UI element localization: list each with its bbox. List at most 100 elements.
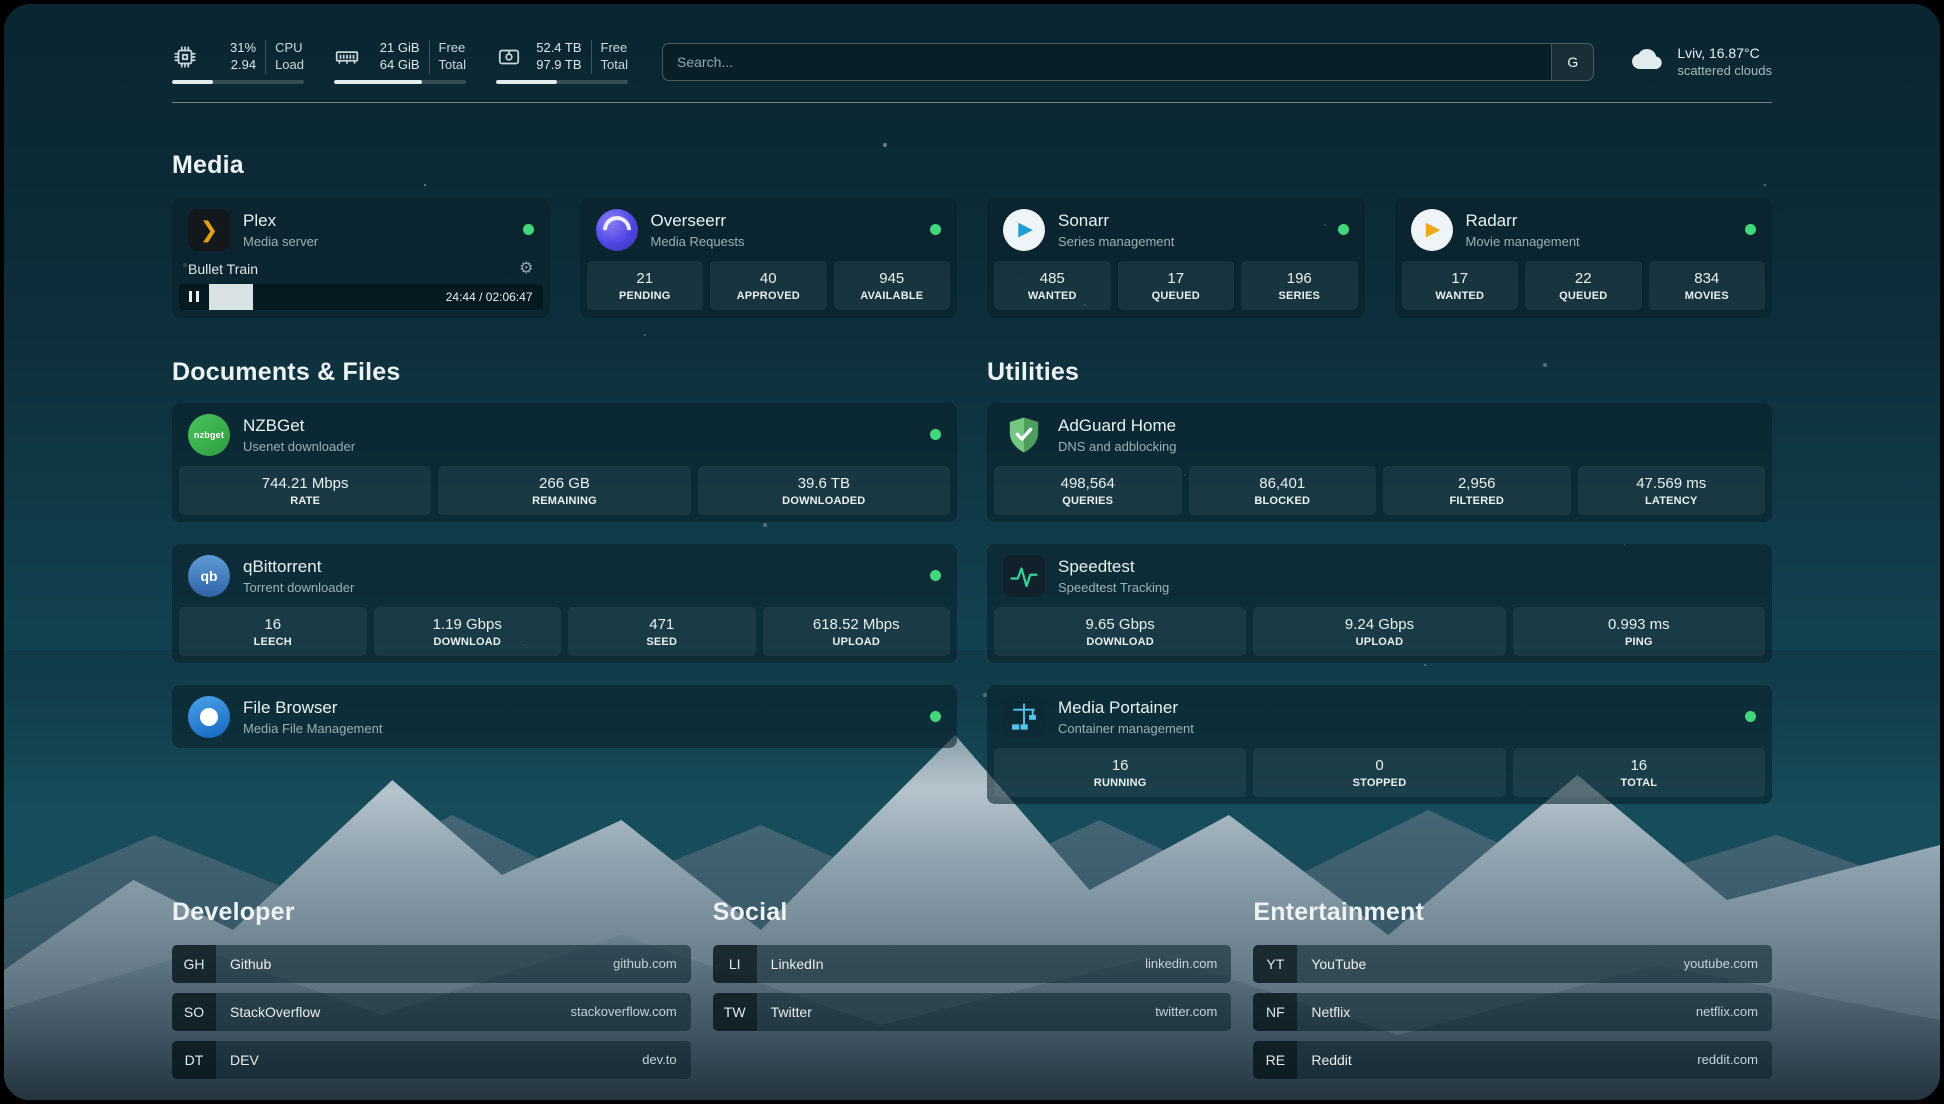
playback-track — [209, 284, 436, 310]
weather-condition: scattered clouds — [1677, 63, 1772, 78]
memory-widget: 21 GiB 64 GiB Free Total — [334, 40, 466, 84]
memory-progress-bar — [334, 80, 466, 84]
disk-label2: Total — [601, 57, 628, 74]
service-card-radarr[interactable]: Radarr Movie management 17 WANTED 22 QUE… — [1395, 198, 1773, 318]
service-card-plex[interactable]: Plex Media server Bullet Train ⚙ — [172, 198, 550, 318]
stat-box: 9.65 Gbps DOWNLOAD — [994, 607, 1246, 656]
section-social: Social LI LinkedIn linkedin.com TW Twitt… — [713, 898, 1232, 1089]
service-description: Media Requests — [651, 234, 745, 249]
service-description: Series management — [1058, 234, 1174, 249]
nzbget-icon: nzbget — [188, 414, 230, 456]
disk-total: 97.9 TB — [536, 57, 581, 74]
stat-box: 9.24 Gbps UPLOAD — [1253, 607, 1505, 656]
bookmark-name: YouTube — [1297, 956, 1380, 972]
bookmark-dev[interactable]: DT DEV dev.to — [172, 1041, 691, 1079]
bookmark-stackoverflow[interactable]: SO StackOverflow stackoverflow.com — [172, 993, 691, 1031]
pause-icon[interactable] — [179, 291, 209, 302]
service-name: Overseerr — [651, 211, 745, 231]
topbar-divider — [172, 102, 1772, 103]
disk-icon — [496, 44, 522, 70]
playback-fill — [209, 284, 253, 310]
bookmark-abbr: SO — [172, 993, 216, 1031]
bookmark-name: Netflix — [1297, 1004, 1364, 1020]
cpu-load: 2.94 — [231, 57, 256, 74]
search-provider-button[interactable]: G — [1551, 44, 1593, 80]
section-utilities: Utilities — [987, 358, 1772, 826]
stat-box: 485 WANTED — [994, 261, 1111, 310]
portainer-icon — [1003, 696, 1045, 738]
bookmark-name: Twitter — [757, 1004, 826, 1020]
disk-label: Free — [601, 40, 628, 57]
bookmark-linkedin[interactable]: LI LinkedIn linkedin.com — [713, 945, 1232, 983]
bookmark-reddit[interactable]: RE Reddit reddit.com — [1253, 1041, 1772, 1079]
service-description: Speedtest Tracking — [1058, 580, 1169, 595]
stat-box: 17 QUEUED — [1118, 261, 1235, 310]
stat-box: 47.569 ms LATENCY — [1578, 466, 1766, 515]
stat-box: 22 QUEUED — [1525, 261, 1642, 310]
stat-box: 16 LEECH — [179, 607, 367, 656]
disk-free: 52.4 TB — [536, 40, 581, 57]
cpu-label: CPU — [275, 40, 304, 57]
service-card-overseerr[interactable]: Overseerr Media Requests 21 PENDING 40 A… — [580, 198, 958, 318]
service-name: AdGuard Home — [1058, 416, 1177, 436]
stat-box: 945 AVAILABLE — [834, 261, 951, 310]
stat-box: 40 APPROVED — [710, 261, 827, 310]
service-card-qbittorrent[interactable]: qb qBittorrent Torrent downloader 16 LEE… — [172, 544, 957, 663]
memory-free: 21 GiB — [380, 40, 420, 57]
status-dot — [930, 224, 941, 235]
status-dot — [1745, 224, 1756, 235]
service-card-adguard[interactable]: AdGuard Home DNS and adblocking 498,564 … — [987, 403, 1772, 522]
sonarr-icon — [1003, 209, 1045, 251]
bookmark-domain: youtube.com — [1684, 956, 1772, 971]
gear-icon[interactable]: ⚙ — [519, 261, 533, 277]
disk-widget: 52.4 TB 97.9 TB Free Total — [496, 40, 628, 84]
cloud-icon — [1628, 44, 1666, 79]
memory-label2: Total — [439, 57, 466, 74]
disk-progress-bar — [496, 80, 628, 84]
bookmark-abbr: RE — [1253, 1041, 1297, 1079]
bookmark-github[interactable]: GH Github github.com — [172, 945, 691, 983]
bookmark-name: StackOverflow — [216, 1004, 334, 1020]
dashboard-window: 31% 2.94 CPU Load — [4, 4, 1940, 1100]
overseerr-icon — [596, 209, 638, 251]
bookmark-abbr: DT — [172, 1041, 216, 1079]
filebrowser-icon — [188, 696, 230, 738]
service-name: Media Portainer — [1058, 698, 1194, 718]
search-input[interactable] — [663, 44, 1551, 80]
service-description: Usenet downloader — [243, 439, 355, 454]
stat-box: 0 STOPPED — [1253, 748, 1505, 797]
service-name: Speedtest — [1058, 557, 1169, 577]
bookmark-domain: github.com — [613, 956, 691, 971]
service-name: NZBGet — [243, 416, 355, 436]
service-card-nzbget[interactable]: nzbget NZBGet Usenet downloader 744.21 M… — [172, 403, 957, 522]
plex-icon — [188, 209, 230, 251]
playback-progress: 24:44 / 02:06:47 — [179, 284, 543, 310]
stat-box: 834 MOVIES — [1649, 261, 1766, 310]
qbittorrent-icon: qb — [188, 555, 230, 597]
stat-box: 618.52 Mbps UPLOAD — [763, 607, 951, 656]
section-developer: Developer GH Github github.com SO StackO… — [172, 898, 691, 1089]
bookmark-domain: netflix.com — [1696, 1004, 1772, 1019]
service-description: Media server — [243, 234, 318, 249]
service-card-portainer[interactable]: Media Portainer Container management 16 … — [987, 685, 1772, 804]
service-card-sonarr[interactable]: Sonarr Series management 485 WANTED 17 Q… — [987, 198, 1365, 318]
service-description: Movie management — [1466, 234, 1580, 249]
service-name: Sonarr — [1058, 211, 1174, 231]
service-card-speedtest[interactable]: Speedtest Speedtest Tracking 9.65 Gbps D… — [987, 544, 1772, 663]
bookmark-netflix[interactable]: NF Netflix netflix.com — [1253, 993, 1772, 1031]
bookmark-name: LinkedIn — [757, 956, 838, 972]
cpu-chip-icon — [172, 44, 198, 70]
service-description: DNS and adblocking — [1058, 439, 1177, 454]
bookmark-domain: linkedin.com — [1145, 956, 1231, 971]
bookmark-domain: reddit.com — [1697, 1052, 1772, 1067]
weather-widget: Lviv, 16.87°C scattered clouds — [1628, 44, 1772, 79]
bookmark-youtube[interactable]: YT YouTube youtube.com — [1253, 945, 1772, 983]
bookmark-twitter[interactable]: TW Twitter twitter.com — [713, 993, 1232, 1031]
stat-box: 39.6 TB DOWNLOADED — [698, 466, 950, 515]
service-name: Plex — [243, 211, 318, 231]
stat-box: 498,564 QUERIES — [994, 466, 1182, 515]
service-name: Radarr — [1466, 211, 1580, 231]
service-name: qBittorrent — [243, 557, 354, 577]
service-card-filebrowser[interactable]: File Browser Media File Management — [172, 685, 957, 748]
stat-box: 471 SEED — [568, 607, 756, 656]
